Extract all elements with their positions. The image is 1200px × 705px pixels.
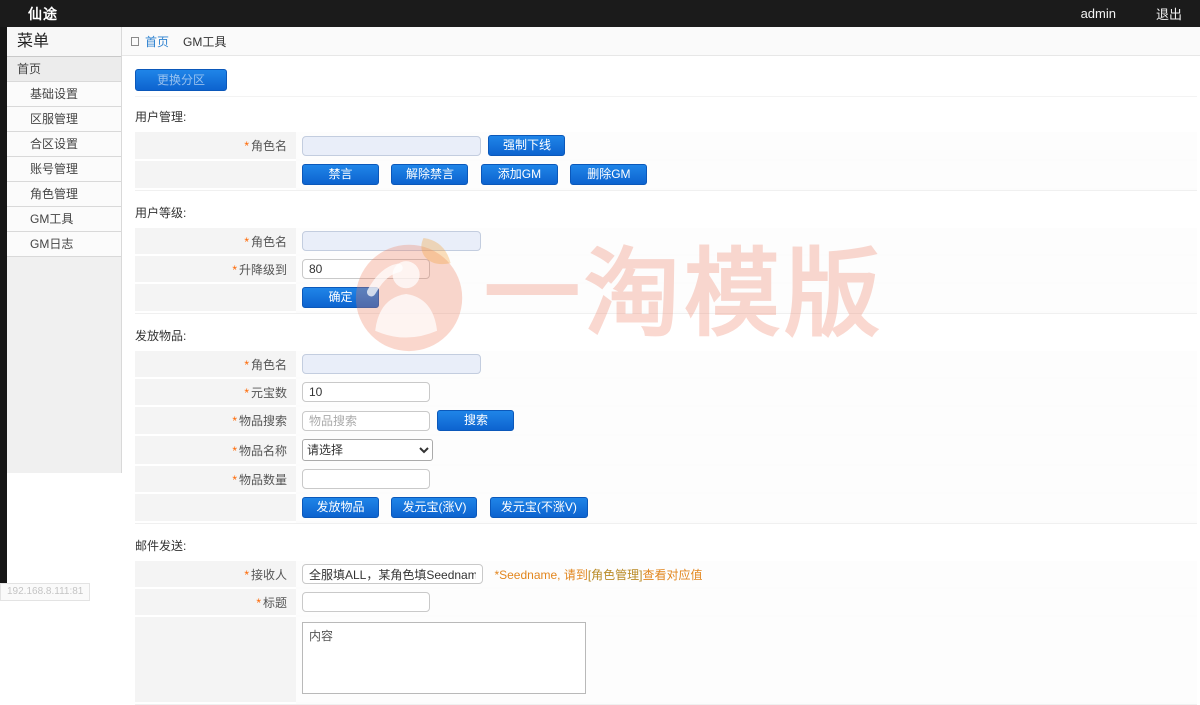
section-user-level: 用户等级: *角色名 *升降级到 确定 — [135, 204, 1197, 314]
sidebar-item-merge-settings[interactable]: 合区设置 — [7, 132, 121, 157]
role-name-label: 角色名 — [251, 358, 287, 372]
form-row: *标题 — [135, 589, 1197, 617]
give-yuanbao-nov-button[interactable]: 发元宝(不涨V) — [490, 497, 588, 518]
logout-button[interactable]: 退出 — [1156, 4, 1182, 23]
item-search-input[interactable] — [302, 411, 430, 431]
section-mail-send: 邮件发送: *接收人 *Seedname, 请到[角色管理]查看对应值 *标题 — [135, 537, 1197, 705]
level-target-label: 升降级到 — [239, 263, 287, 277]
required-mark: * — [244, 235, 249, 249]
add-gm-button[interactable]: 添加GM — [481, 164, 558, 185]
section-title: 用户等级: — [135, 204, 1197, 221]
section-title: 发放物品: — [135, 327, 1197, 344]
left-edge-strip — [0, 0, 7, 601]
breadcrumb: 首页 GM工具 — [122, 27, 1200, 56]
mail-subject-input[interactable] — [302, 592, 430, 612]
search-button[interactable]: 搜索 — [437, 410, 514, 431]
form-row: *物品搜索 搜索 — [135, 407, 1197, 436]
section-give-items: 发放物品: *角色名 *元宝数 *物品搜索 搜索 — [135, 327, 1197, 524]
home-icon — [131, 37, 139, 46]
content: 更换分区 用户管理: *角色名 强制下线 禁言 解除禁言 — [122, 56, 1200, 705]
zone-switch-row: 更换分区 — [135, 65, 1197, 97]
give-yuanbao-v-button[interactable]: 发元宝(涨V) — [391, 497, 477, 518]
item-qty-input[interactable] — [302, 469, 430, 489]
mail-recipient-input[interactable] — [302, 564, 483, 584]
form-row: 确定 — [135, 284, 1197, 313]
sidebar-item-account-management[interactable]: 账号管理 — [7, 157, 121, 182]
role-name-label: 角色名 — [251, 235, 287, 249]
section-user-management: 用户管理: *角色名 强制下线 禁言 解除禁言 添加GM 删除GM — [135, 108, 1197, 191]
required-mark: * — [232, 444, 237, 458]
required-mark: * — [232, 263, 237, 277]
topbar: 仙途 admin 退出 — [0, 0, 1200, 27]
form-row: *物品名称 请选择 — [135, 436, 1197, 466]
sidebar-item-zone-management[interactable]: 区服管理 — [7, 107, 121, 132]
status-url-tooltip: 192.168.8.111:81 — [0, 583, 90, 601]
change-zone-button[interactable]: 更换分区 — [135, 69, 227, 91]
form-row: *角色名 强制下线 — [135, 132, 1197, 161]
item-qty-label: 物品数量 — [239, 473, 287, 487]
unmute-button[interactable]: 解除禁言 — [391, 164, 468, 185]
required-mark: * — [244, 386, 249, 400]
role-name-input[interactable] — [302, 136, 481, 156]
required-mark: * — [244, 139, 249, 153]
delete-gm-button[interactable]: 删除GM — [570, 164, 647, 185]
sidebar: 菜单 首页 基础设置 区服管理 合区设置 账号管理 角色管理 GM工具 GM日志 — [7, 27, 122, 473]
required-mark: * — [244, 358, 249, 372]
form-row: *接收人 *Seedname, 请到[角色管理]查看对应值 — [135, 561, 1197, 589]
main-area: 首页 GM工具 更换分区 用户管理: *角色名 强制下线 — [122, 27, 1200, 601]
item-name-label: 物品名称 — [239, 444, 287, 458]
force-offline-button[interactable]: 强制下线 — [488, 135, 565, 156]
sidebar-item-role-management[interactable]: 角色管理 — [7, 182, 121, 207]
app-title: 仙途 — [28, 4, 58, 24]
mute-button[interactable]: 禁言 — [302, 164, 379, 185]
sidebar-header: 菜单 — [7, 27, 121, 57]
sidebar-item-home[interactable]: 首页 — [7, 57, 121, 82]
sidebar-item-basic-settings[interactable]: 基础设置 — [7, 82, 121, 107]
required-mark: * — [232, 473, 237, 487]
form-row: *元宝数 — [135, 379, 1197, 407]
sidebar-item-gm-logs[interactable]: GM日志 — [7, 232, 121, 257]
section-title: 邮件发送: — [135, 537, 1197, 554]
form-row: *物品数量 — [135, 466, 1197, 494]
required-mark: * — [256, 596, 261, 610]
sidebar-item-gm-tools[interactable]: GM工具 — [7, 207, 121, 232]
form-row: 禁言 解除禁言 添加GM 删除GM — [135, 161, 1197, 190]
current-user[interactable]: admin — [1081, 6, 1116, 21]
form-row — [135, 617, 1197, 704]
required-mark: * — [232, 414, 237, 428]
breadcrumb-home-link[interactable]: 首页 — [145, 33, 169, 50]
breadcrumb-current: GM工具 — [183, 33, 226, 50]
role-management-link[interactable]: [角色管理] — [588, 568, 643, 582]
mail-content-textarea[interactable] — [302, 622, 586, 694]
form-row: 发放物品 发元宝(涨V) 发元宝(不涨V) — [135, 494, 1197, 523]
mail-recipient-label: 接收人 — [251, 568, 287, 582]
form-row: *角色名 — [135, 351, 1197, 379]
item-name-select[interactable]: 请选择 — [302, 439, 433, 461]
yuanbao-count-input[interactable] — [302, 382, 430, 402]
form-row: *升降级到 — [135, 256, 1197, 284]
seedname-note: *Seedname, 请到[角色管理]查看对应值 — [494, 568, 702, 582]
items-role-name-input[interactable] — [302, 354, 481, 374]
mail-subject-label: 标题 — [263, 596, 287, 610]
yuanbao-count-label: 元宝数 — [251, 386, 287, 400]
item-search-label: 物品搜索 — [239, 414, 287, 428]
give-item-button[interactable]: 发放物品 — [302, 497, 379, 518]
required-mark: * — [244, 568, 249, 582]
section-title: 用户管理: — [135, 108, 1197, 125]
role-name-label: 角色名 — [251, 139, 287, 153]
level-target-input[interactable] — [302, 259, 430, 279]
level-role-name-input[interactable] — [302, 231, 481, 251]
topbar-right: admin 退出 — [1081, 4, 1200, 23]
form-row: *角色名 — [135, 228, 1197, 256]
confirm-button[interactable]: 确定 — [302, 287, 379, 308]
